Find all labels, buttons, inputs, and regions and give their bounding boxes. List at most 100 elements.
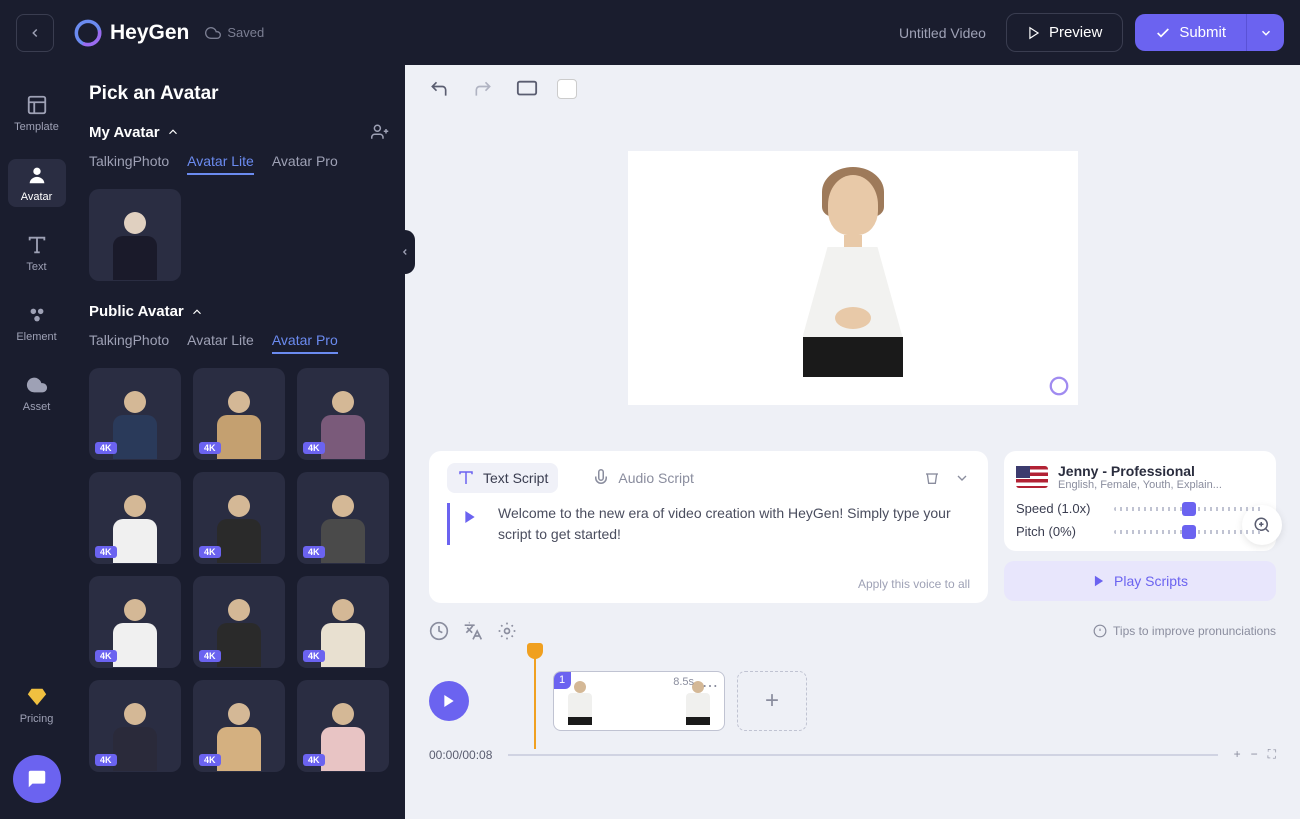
play-icon bbox=[1027, 26, 1041, 40]
check-icon bbox=[1155, 25, 1171, 41]
play-scripts-button[interactable]: Play Scripts bbox=[1004, 561, 1276, 601]
nav-avatar[interactable]: Avatar bbox=[8, 159, 66, 207]
history-icon[interactable] bbox=[429, 621, 449, 641]
play-script-line[interactable] bbox=[462, 505, 486, 529]
speed-thumb[interactable] bbox=[1182, 502, 1196, 516]
audio-script-tab[interactable]: Audio Script bbox=[582, 463, 703, 493]
timeline-zoom-in[interactable]: + bbox=[1234, 747, 1241, 762]
timeline-play-button[interactable] bbox=[429, 681, 469, 721]
save-status: Saved bbox=[205, 25, 264, 41]
add-clip-button[interactable]: + bbox=[737, 671, 807, 731]
text-icon bbox=[26, 234, 48, 256]
submit-group: Submit bbox=[1135, 14, 1284, 51]
sidebar-collapse-handle[interactable] bbox=[395, 230, 415, 274]
video-canvas[interactable] bbox=[628, 151, 1078, 405]
my-avatar-tile[interactable] bbox=[89, 189, 181, 281]
public-avatar-tile[interactable]: 4K bbox=[193, 472, 285, 564]
apply-voice-all[interactable]: Apply this voice to all bbox=[447, 577, 970, 591]
editor-main: Text Script Audio Script Welcome to the … bbox=[405, 65, 1300, 819]
submit-button[interactable]: Submit bbox=[1135, 14, 1246, 51]
public-avatar-section[interactable]: Public Avatar bbox=[89, 303, 389, 320]
timeline-fit[interactable]: ⛶ bbox=[1268, 747, 1276, 762]
watermark-icon bbox=[1048, 375, 1070, 397]
chevron-up-icon bbox=[190, 305, 204, 319]
chevron-down-icon[interactable] bbox=[954, 470, 970, 486]
cloud-upload-icon bbox=[26, 374, 48, 396]
speed-slider[interactable] bbox=[1114, 507, 1264, 511]
public-avatar-tile[interactable]: 4K bbox=[297, 576, 389, 668]
zoom-button[interactable] bbox=[1242, 505, 1282, 545]
nav-asset[interactable]: Asset bbox=[8, 369, 66, 417]
tab-avatarlite-my[interactable]: Avatar Lite bbox=[187, 153, 254, 175]
timeline-zoom-out[interactable]: − bbox=[1251, 747, 1258, 762]
add-avatar-button[interactable] bbox=[371, 123, 389, 141]
script-editor: Text Script Audio Script Welcome to the … bbox=[429, 451, 988, 603]
nav-template[interactable]: Template bbox=[8, 89, 66, 137]
public-avatar-grid: 4K4K4K4K4K4K4K4K4K4K4K4K bbox=[89, 368, 389, 772]
timeline-clip[interactable]: 1 8.5s ⋯ bbox=[553, 671, 725, 731]
heygen-logo-icon bbox=[74, 19, 102, 47]
public-avatar-tile[interactable]: 4K bbox=[297, 472, 389, 564]
public-avatar-tile[interactable]: 4K bbox=[193, 368, 285, 460]
pronunciation-tips[interactable]: Tips to improve pronunciations bbox=[1093, 624, 1276, 638]
public-avatar-tile[interactable]: 4K bbox=[89, 472, 181, 564]
timeline-playhead[interactable] bbox=[527, 643, 543, 659]
background-color-swatch[interactable] bbox=[557, 79, 577, 99]
public-avatar-tile[interactable]: 4K bbox=[193, 680, 285, 772]
nav-text[interactable]: Text bbox=[8, 229, 66, 277]
microphone-icon bbox=[592, 469, 610, 487]
public-avatar-tile[interactable]: 4K bbox=[89, 368, 181, 460]
translate-icon[interactable] bbox=[463, 621, 483, 641]
voice-meta: English, Female, Youth, Explain... bbox=[1058, 479, 1264, 491]
template-icon bbox=[26, 94, 48, 116]
avatar-sidebar: Pick an Avatar My Avatar TalkingPhoto Av… bbox=[73, 65, 405, 819]
text-script-tab[interactable]: Text Script bbox=[447, 463, 558, 493]
canvas-avatar-figure[interactable] bbox=[783, 175, 923, 405]
support-chat-button[interactable] bbox=[13, 755, 61, 803]
pitch-thumb[interactable] bbox=[1182, 525, 1196, 539]
public-avatar-tile[interactable]: 4K bbox=[89, 576, 181, 668]
tab-avatarpro-pub[interactable]: Avatar Pro bbox=[272, 332, 338, 354]
ai-icon[interactable] bbox=[497, 621, 517, 641]
timeline-footer: 00:00/00:08 + − ⛶ bbox=[405, 739, 1300, 766]
redo-icon bbox=[473, 79, 493, 99]
voice-card[interactable]: Jenny - Professional English, Female, Yo… bbox=[1004, 451, 1276, 551]
cloud-icon bbox=[205, 25, 221, 41]
voice-name: Jenny - Professional bbox=[1058, 463, 1264, 479]
video-title[interactable]: Untitled Video bbox=[899, 25, 986, 41]
element-icon bbox=[26, 304, 48, 326]
speed-slider-row: Speed (1.0x) bbox=[1016, 501, 1264, 516]
script-content[interactable]: Welcome to the new era of video creation… bbox=[498, 503, 970, 545]
tab-talkingphoto-my[interactable]: TalkingPhoto bbox=[89, 153, 169, 175]
redo-button[interactable] bbox=[469, 75, 497, 103]
preview-button[interactable]: Preview bbox=[1006, 13, 1123, 52]
brand-name: HeyGen bbox=[110, 21, 189, 45]
public-avatar-tile[interactable]: 4K bbox=[297, 368, 389, 460]
app-header: HeyGen Saved Untitled Video Preview Subm… bbox=[0, 0, 1300, 65]
submit-dropdown[interactable] bbox=[1246, 14, 1284, 51]
clip-more-button[interactable]: ⋯ bbox=[702, 676, 718, 696]
avatar-icon bbox=[26, 164, 48, 186]
tab-avatarlite-pub[interactable]: Avatar Lite bbox=[187, 332, 254, 354]
public-avatar-tile[interactable]: 4K bbox=[193, 576, 285, 668]
script-tabs: Text Script Audio Script bbox=[447, 463, 970, 493]
public-avatar-tile[interactable]: 4K bbox=[89, 680, 181, 772]
script-area: Text Script Audio Script Welcome to the … bbox=[405, 443, 1300, 615]
pitch-slider-row: Pitch (0%) bbox=[1016, 524, 1264, 539]
tab-avatarpro-my[interactable]: Avatar Pro bbox=[272, 153, 338, 175]
pitch-slider[interactable] bbox=[1114, 530, 1264, 534]
public-avatar-tile[interactable]: 4K bbox=[297, 680, 389, 772]
sidebar-title: Pick an Avatar bbox=[89, 83, 389, 105]
timeline-scrubber[interactable] bbox=[508, 754, 1217, 756]
nav-element[interactable]: Element bbox=[8, 299, 66, 347]
aspect-ratio-button[interactable] bbox=[513, 75, 541, 103]
my-avatar-section[interactable]: My Avatar bbox=[89, 123, 389, 141]
undo-button[interactable] bbox=[425, 75, 453, 103]
tab-talkingphoto-pub[interactable]: TalkingPhoto bbox=[89, 332, 169, 354]
canvas-toolbar bbox=[405, 65, 1300, 113]
header-actions: Untitled Video Preview Submit bbox=[899, 13, 1284, 52]
info-icon bbox=[1093, 624, 1107, 638]
back-button[interactable] bbox=[16, 14, 54, 52]
nav-pricing[interactable]: Pricing bbox=[8, 681, 66, 729]
trash-icon[interactable] bbox=[924, 470, 940, 486]
